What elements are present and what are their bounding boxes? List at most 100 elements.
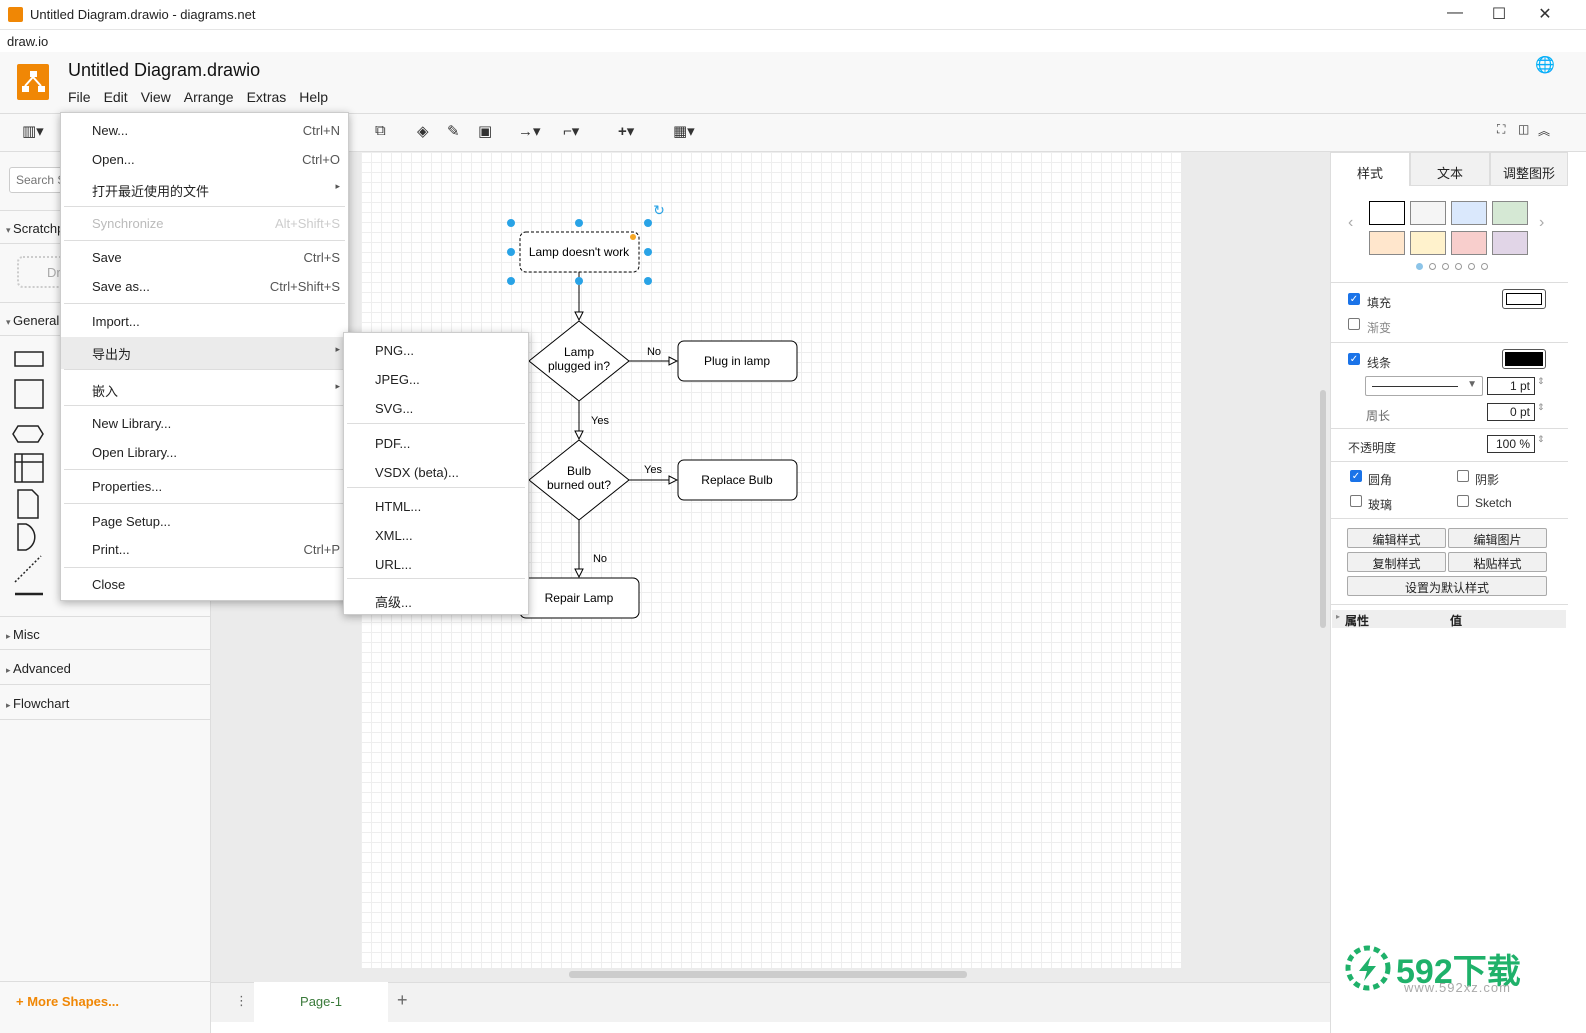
export-menu-item[interactable]: HTML... <box>344 492 528 520</box>
tab-arrange[interactable]: 调整图形 <box>1490 152 1568 186</box>
file-menu-item: Synchronize Alt+Shift+S <box>61 209 348 237</box>
glass-checkbox[interactable] <box>1350 495 1362 507</box>
style-swatch[interactable] <box>1369 201 1405 225</box>
file-menu-item[interactable]: 嵌入 ▸ <box>61 374 348 402</box>
label-d1a: Lamp <box>564 345 594 359</box>
file-menu-item[interactable]: Print... Ctrl+P <box>61 535 348 563</box>
export-menu-item[interactable]: PDF... <box>344 429 528 457</box>
style-swatch[interactable] <box>1369 231 1405 255</box>
label-d2a: Bulb <box>567 464 591 478</box>
menu-separator <box>64 369 345 370</box>
submenu-arrow-icon: ▸ <box>335 344 340 354</box>
swatch-pager[interactable] <box>1416 263 1488 270</box>
export-menu-item[interactable]: VSDX (beta)... <box>344 458 528 486</box>
perimeter-input[interactable]: 0 pt <box>1487 403 1535 421</box>
export-menu-item[interactable]: XML... <box>344 521 528 549</box>
menu-item-shortcut: Ctrl+P <box>303 542 340 557</box>
menu-item-label: Synchronize <box>92 216 164 231</box>
label-plug: Plug in lamp <box>704 354 770 368</box>
menu-item-label: New... <box>92 123 129 138</box>
style-swatches <box>1369 201 1534 255</box>
value-column: 值 <box>1450 614 1463 628</box>
menu-item-label: 导出为 <box>92 347 132 362</box>
menu-separator <box>347 423 525 424</box>
line-width-input[interactable]: 1 pt <box>1487 377 1535 395</box>
fill-color-picker[interactable] <box>1506 293 1542 305</box>
chevron-left-icon[interactable]: ‹ <box>1348 214 1353 232</box>
export-menu-item[interactable]: JPEG... <box>344 365 528 393</box>
menu-item-label: 嵌入 <box>92 384 119 399</box>
menu-item-label: 打开最近使用的文件 <box>92 184 210 199</box>
menu-item-label: New Library... <box>92 416 172 431</box>
file-menu-item[interactable]: 导出为 ▸ <box>61 337 348 369</box>
line-checkbox[interactable]: ✓ <box>1348 353 1360 365</box>
style-swatch[interactable] <box>1492 231 1528 255</box>
stepper-icon[interactable]: ⇕ <box>1537 376 1545 387</box>
fill-checkbox[interactable]: ✓ <box>1348 293 1360 305</box>
tab-page-1[interactable]: Page-1 <box>254 982 388 1022</box>
properties-table-header[interactable]: ▸ 属性 值 <box>1332 610 1566 628</box>
menu-separator <box>64 405 345 406</box>
file-menu-item[interactable]: Open... Ctrl+O <box>61 145 348 173</box>
set-default-style-button[interactable]: 设置为默认样式 <box>1347 576 1547 596</box>
menu-item-label: Print... <box>92 542 130 557</box>
style-swatch[interactable] <box>1410 231 1446 255</box>
stepper-icon[interactable]: ⇕ <box>1537 434 1545 445</box>
edge-label-yes: Yes <box>644 464 662 476</box>
menu-item-shortcut: Ctrl+S <box>303 250 340 265</box>
style-swatch[interactable] <box>1410 201 1446 225</box>
menu-item-shortcut: Ctrl+O <box>302 152 340 167</box>
chevron-right-icon[interactable]: › <box>1539 214 1544 232</box>
export-menu-item[interactable]: PNG... <box>344 336 528 364</box>
menu-item-shortcut: Ctrl+Shift+S <box>269 279 340 294</box>
export-menu-item[interactable]: 高级... <box>344 585 528 613</box>
menu-item-label: Close <box>92 577 126 592</box>
style-swatch[interactable] <box>1492 201 1528 225</box>
file-menu-item[interactable]: 打开最近使用的文件 ▸ <box>61 174 348 202</box>
menu-item-label: Open... <box>92 152 135 167</box>
line-pattern-select[interactable]: ▼ <box>1365 376 1483 396</box>
export-menu-item[interactable]: URL... <box>344 550 528 578</box>
tab-style[interactable]: 样式 <box>1330 152 1410 186</box>
submenu-arrow-icon: ▸ <box>335 181 340 191</box>
file-menu-item[interactable]: Close <box>61 570 348 598</box>
file-menu-item[interactable]: Save Ctrl+S <box>61 243 348 271</box>
opacity-input[interactable]: 100 % <box>1487 435 1535 453</box>
pages-menu-icon[interactable]: ⋮ <box>235 993 248 1009</box>
copy-style-button[interactable]: 复制样式 <box>1347 552 1446 572</box>
file-menu-item[interactable]: Properties... <box>61 472 348 500</box>
menu-item-label: Import... <box>92 314 140 329</box>
line-color-picker[interactable] <box>1505 352 1543 366</box>
menu-item-label: Open Library... <box>92 445 178 460</box>
edit-style-button[interactable]: 编辑样式 <box>1347 528 1446 548</box>
rounded-checkbox[interactable]: ✓ <box>1350 470 1362 482</box>
add-page-button[interactable]: + <box>397 990 408 1011</box>
edit-image-button[interactable]: 编辑图片 <box>1448 528 1547 548</box>
rotate-handle-icon: ↻ <box>653 202 665 218</box>
menu-item-shortcut: Alt+Shift+S <box>274 216 340 231</box>
file-menu-item[interactable]: New Library... <box>61 409 348 437</box>
file-menu-item[interactable]: Open Library... <box>61 438 348 466</box>
line-label: 线条 <box>1367 356 1392 370</box>
shadow-checkbox[interactable] <box>1457 470 1469 482</box>
file-menu-item[interactable]: New... Ctrl+N <box>61 116 348 144</box>
stepper-icon[interactable]: ⇕ <box>1537 402 1545 413</box>
label-d2b: burned out? <box>547 478 611 492</box>
sketch-checkbox[interactable] <box>1457 495 1469 507</box>
file-menu-item[interactable]: Save as... Ctrl+Shift+S <box>61 272 348 300</box>
file-menu-item[interactable]: Page Setup... <box>61 507 348 535</box>
export-menu-item[interactable]: SVG... <box>344 394 528 422</box>
menu-item-label: Page Setup... <box>92 514 171 529</box>
edge-label-no: No <box>593 553 607 565</box>
menu-item-label: Properties... <box>92 479 163 494</box>
style-swatch[interactable] <box>1451 201 1487 225</box>
file-menu-item[interactable]: Import... <box>61 307 348 335</box>
menu-separator <box>347 487 525 488</box>
file-menu: New... Ctrl+N Open... Ctrl+O 打开最近使用的文件 ▸ Synch… <box>60 112 349 601</box>
paste-style-button[interactable]: 粘贴样式 <box>1448 552 1547 572</box>
opacity-label: 不透明度 <box>1348 441 1397 455</box>
gradient-checkbox[interactable] <box>1348 318 1360 330</box>
tab-text[interactable]: 文本 <box>1410 152 1490 186</box>
style-swatch[interactable] <box>1451 231 1487 255</box>
watermark-url: www.592xz.com <box>1404 980 1511 995</box>
